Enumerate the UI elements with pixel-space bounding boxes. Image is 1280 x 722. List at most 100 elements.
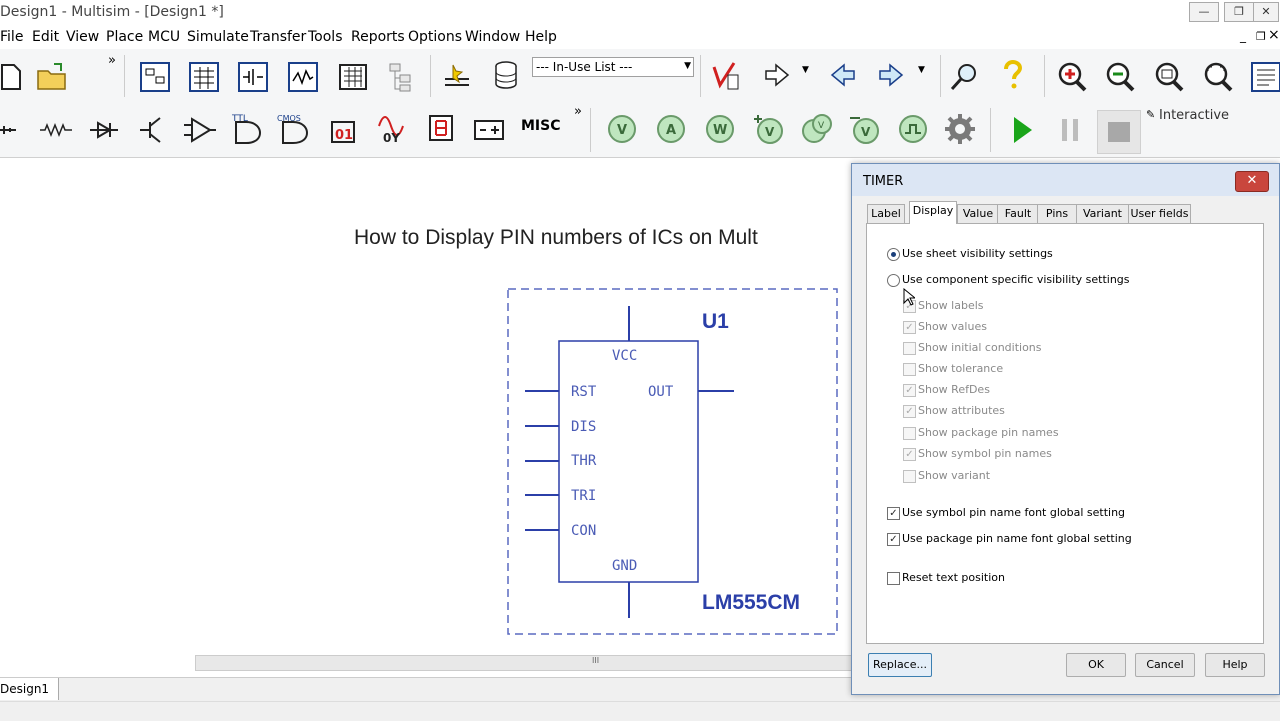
grapher-icon[interactable] (287, 61, 319, 93)
mixed-icon[interactable]: 0Y (377, 112, 409, 144)
transfer-dropdown-icon[interactable]: ▼ (918, 65, 925, 75)
mdi-minimize-button[interactable]: _ (1240, 29, 1246, 43)
forward-annotate-icon[interactable] (826, 61, 858, 93)
spreadsheet-view-icon[interactable] (188, 61, 220, 93)
component-view-icon[interactable] (237, 61, 269, 93)
minimize-button[interactable]: — (1189, 2, 1219, 22)
checkbox-show-initial-conditions[interactable] (903, 342, 916, 355)
help-icon[interactable] (997, 59, 1029, 91)
tab-value[interactable]: Value (957, 204, 999, 224)
menu-window[interactable]: Window (465, 29, 520, 45)
checkbox-show-package-pin-names[interactable] (903, 427, 916, 440)
tab-user-fields[interactable]: User fields (1128, 204, 1191, 224)
menu-help[interactable]: Help (525, 29, 557, 45)
differential-voltage-probe-icon[interactable]: V (752, 113, 784, 145)
zoom-area-icon[interactable] (1153, 61, 1185, 93)
menu-edit[interactable]: Edit (32, 29, 59, 45)
radio-sheet-visibility-label[interactable]: Use sheet visibility settings (902, 247, 1053, 260)
back-annotate-icon[interactable] (762, 61, 794, 93)
analog-opamp-icon[interactable] (184, 114, 216, 146)
checkbox-package-pin-font[interactable]: ✓ (887, 533, 900, 546)
horizontal-scrollbar[interactable]: III (195, 655, 857, 671)
radio-sheet-visibility[interactable] (887, 248, 900, 261)
mdi-close-button[interactable]: × (1268, 27, 1280, 43)
tab-display[interactable]: Display (909, 201, 957, 224)
design-toolbox-icon[interactable] (139, 61, 171, 93)
run-simulation-icon[interactable] (1006, 114, 1038, 146)
transfer-pcb-icon[interactable] (876, 61, 908, 93)
zoom-in-icon[interactable] (1056, 61, 1088, 93)
current-probe-icon[interactable]: A (655, 113, 687, 145)
dialog-titlebar[interactable]: TIMER ✕ (852, 164, 1279, 196)
in-use-list-dropdown[interactable]: --- In-Use List --- ▼ (532, 57, 694, 77)
checkbox-show-values[interactable]: ✓ (903, 321, 916, 334)
probe-settings-gear-icon[interactable] (944, 113, 976, 145)
indicator-icon[interactable] (425, 112, 457, 144)
voltage-current-probe-icon[interactable]: V (800, 113, 832, 145)
checkbox-show-variant[interactable] (903, 470, 916, 483)
menu-mcu[interactable]: MCU (148, 29, 180, 45)
digital-probe-icon[interactable] (897, 113, 929, 145)
checkbox-show-tolerance[interactable] (903, 363, 916, 376)
radio-component-visibility[interactable] (887, 274, 900, 287)
menu-tools[interactable]: Tools (308, 29, 343, 45)
toolbar2-overflow-icon[interactable]: » (574, 104, 582, 119)
reset-text-position-label[interactable]: Reset text position (902, 571, 1005, 584)
menu-file[interactable]: File (0, 29, 23, 45)
symbol-pin-font-label[interactable]: Use symbol pin name font global setting (902, 506, 1125, 519)
postprocessor-icon[interactable] (337, 61, 369, 93)
misc-component-icon[interactable]: MISC (521, 118, 561, 134)
help-button[interactable]: Help (1205, 653, 1265, 677)
hierarchy-icon[interactable] (386, 61, 418, 93)
find-example-icon[interactable] (948, 61, 980, 93)
part-name[interactable]: LM555CM (702, 591, 800, 614)
cmos-icon[interactable]: CMOS (277, 112, 313, 144)
dialog-close-button[interactable]: ✕ (1235, 171, 1269, 192)
checkbox-show-symbol-pin-names[interactable]: ✓ (903, 448, 916, 461)
sheet-tab-design1[interactable]: Design1 * (0, 678, 59, 718)
power-probe-icon[interactable]: W (704, 113, 736, 145)
mdi-restore-button[interactable]: ❐ (1256, 30, 1266, 43)
power-component-icon[interactable] (473, 114, 505, 146)
pause-simulation-icon[interactable] (1054, 114, 1086, 146)
annotate-check-icon[interactable] (710, 61, 742, 93)
tab-label[interactable]: Label (867, 204, 905, 224)
menu-view[interactable]: View (66, 29, 99, 45)
interactive-mode-label[interactable]: Interactive (1159, 108, 1229, 123)
restore-button[interactable]: ❐ (1224, 2, 1254, 22)
ref-designator[interactable]: U1 (702, 310, 729, 333)
ttl-icon[interactable]: TTL (230, 112, 266, 144)
checkbox-show-attributes[interactable]: ✓ (903, 405, 916, 418)
misc-digital-icon[interactable]: 01 (329, 112, 361, 144)
back-annotate-dropdown-icon[interactable]: ▼ (802, 65, 809, 75)
ok-button[interactable]: OK (1066, 653, 1126, 677)
stop-simulation-button[interactable] (1097, 110, 1141, 154)
tab-pins[interactable]: Pins (1037, 204, 1077, 224)
close-window-button[interactable]: ✕ (1253, 2, 1279, 22)
checkbox-show-refdes[interactable]: ✓ (903, 384, 916, 397)
basic-resistor-icon[interactable] (40, 114, 72, 146)
cancel-button[interactable]: Cancel (1135, 653, 1195, 677)
electrical-rules-icon[interactable] (441, 61, 473, 93)
open-folder-icon[interactable] (36, 61, 68, 93)
checkbox-reset-text-position[interactable] (887, 572, 900, 585)
menu-options[interactable]: Options (408, 29, 462, 45)
radio-component-visibility-label[interactable]: Use component specific visibility settin… (902, 273, 1130, 286)
transistor-icon[interactable] (136, 114, 168, 146)
new-file-icon[interactable] (0, 61, 32, 93)
diode-icon[interactable] (88, 114, 120, 146)
replace-button[interactable]: Replace... (868, 653, 932, 677)
menu-simulate[interactable]: Simulate (187, 29, 249, 45)
checkbox-symbol-pin-font[interactable]: ✓ (887, 507, 900, 520)
toolbar-overflow-icon[interactable]: » (108, 53, 116, 68)
voltage-probe-icon[interactable]: V (606, 113, 638, 145)
menu-place[interactable]: Place (106, 29, 143, 45)
database-manager-icon[interactable] (490, 59, 522, 91)
source-component-icon[interactable] (0, 114, 20, 146)
zoom-out-icon[interactable] (1104, 61, 1136, 93)
package-pin-font-label[interactable]: Use package pin name font global setting (902, 532, 1132, 545)
tab-variant[interactable]: Variant (1076, 204, 1129, 224)
zoom-sheet-icon[interactable] (1202, 61, 1234, 93)
menu-reports[interactable]: Reports (351, 29, 405, 45)
tab-fault[interactable]: Fault (997, 204, 1039, 224)
